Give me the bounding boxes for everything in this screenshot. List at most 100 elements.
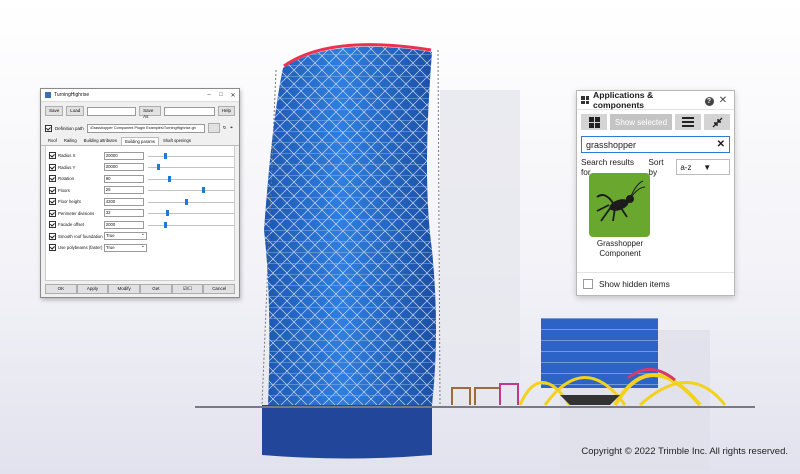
close-button[interactable]: ✕ (227, 92, 239, 99)
slider-thumb[interactable] (168, 175, 172, 182)
close-icon[interactable]: ✕ (716, 95, 730, 106)
tab-shaft-openings[interactable]: Shaft openings (160, 137, 194, 145)
param-slider[interactable] (148, 221, 234, 228)
param-row: Radius X 20000 (46, 150, 234, 162)
definition-label: Definition path (55, 125, 84, 131)
apps-grid-icon (581, 96, 589, 104)
param-slider[interactable] (148, 175, 234, 182)
tab-building-attributes[interactable]: Building attributes (81, 137, 120, 145)
toggle-all-button[interactable]: ☑/☐ (171, 284, 204, 294)
get-button[interactable]: Get (140, 284, 172, 294)
param-checkbox[interactable] (49, 221, 56, 229)
param-row: Use polybeams (faster) True (46, 242, 234, 254)
param-label: Floors (58, 187, 70, 193)
param-label: Facade offset (58, 222, 84, 228)
cancel-button[interactable]: Cancel (203, 284, 236, 294)
dropdown-arrow-icon: ▼ (703, 162, 712, 172)
param-checkbox[interactable] (49, 232, 56, 240)
copyright-text: Copyright © 2022 Trimble Inc. All rights… (581, 446, 788, 457)
preset-select[interactable] (87, 106, 137, 116)
param-row: Perimeter divisions 32 (46, 208, 234, 220)
param-value-input[interactable]: 20000 (103, 151, 145, 160)
param-slider[interactable] (148, 198, 234, 205)
tile-label-line1: Grasshopper (596, 239, 644, 248)
slider-thumb[interactable] (157, 164, 161, 171)
tile-label-line2: Component (599, 249, 641, 258)
param-value-input[interactable]: 20000 (103, 163, 145, 172)
minimize-button[interactable]: – (203, 92, 215, 98)
param-checkbox[interactable] (49, 175, 56, 183)
param-row: Floor height 4200 (46, 196, 234, 208)
modify-button[interactable]: Modify (108, 284, 141, 294)
sort-value: a-z (680, 162, 692, 172)
param-row: Smooth roof foundation True (46, 231, 234, 243)
save-as-button[interactable]: Save As (139, 106, 162, 119)
save-button[interactable]: Save (45, 106, 64, 116)
tile-label: Grasshopper Component (581, 239, 659, 259)
dialog-title: TurningHighrise (54, 92, 90, 98)
apply-button[interactable]: Apply (76, 284, 109, 294)
load-button[interactable]: Load (66, 106, 85, 116)
ghost-tower (440, 90, 520, 410)
param-select[interactable]: True (104, 231, 147, 241)
browse-button[interactable] (207, 123, 220, 133)
grasshopper-component-tile[interactable] (589, 173, 650, 237)
show-hidden-label: Show hidden items (599, 279, 670, 289)
app-icon (45, 92, 51, 98)
param-select[interactable]: True (104, 243, 147, 252)
param-label: Perimeter divisions (58, 210, 95, 216)
help-button[interactable]: Help (217, 106, 235, 116)
slider-thumb[interactable] (164, 152, 168, 159)
param-row: Radius Y 20000 (46, 162, 234, 174)
param-slider[interactable] (148, 152, 234, 159)
list-view-icon[interactable] (675, 114, 701, 130)
scaffold-right (437, 49, 441, 406)
param-slider[interactable] (148, 164, 234, 171)
slider-thumb[interactable] (164, 221, 168, 228)
ok-button[interactable]: OK (45, 284, 77, 294)
definition-checkbox[interactable] (45, 124, 52, 132)
slider-thumb[interactable] (165, 210, 169, 217)
dialog-titlebar[interactable]: TurningHighrise – □ ✕ (41, 89, 239, 102)
param-value-input[interactable]: 25 (103, 186, 145, 195)
help-icon[interactable]: ? (702, 95, 716, 106)
slider-thumb[interactable] (185, 198, 189, 205)
save-as-input[interactable] (164, 106, 215, 116)
maximize-button[interactable]: □ (215, 92, 227, 98)
param-checkbox[interactable] (49, 198, 56, 206)
show-selected-button[interactable]: Show selected (610, 114, 672, 130)
tab-railing[interactable]: Railing (61, 137, 80, 145)
definition-path-input[interactable]: \Grasshopper Component Plugin Examples\T… (86, 123, 205, 133)
tab-roof[interactable]: Roof (45, 137, 60, 145)
param-label: Radius X (58, 153, 76, 159)
sort-select[interactable]: a-z ▼ (676, 159, 730, 175)
param-slider[interactable] (148, 187, 234, 194)
param-slider[interactable] (148, 210, 234, 217)
apps-title: Applications & components (593, 90, 654, 110)
search-input[interactable]: grasshopper ✕ (581, 136, 730, 153)
param-value-input[interactable]: 90 (103, 174, 145, 183)
param-row: Rotation 90 (46, 173, 234, 185)
param-checkbox[interactable] (49, 244, 56, 252)
slider-thumb[interactable] (201, 187, 205, 194)
link-icon[interactable]: ⚭ (230, 125, 234, 131)
param-label: Floor height (58, 199, 81, 205)
tab-building-params[interactable]: Building params (120, 137, 159, 145)
param-value-input[interactable]: 2000 (103, 220, 145, 229)
param-value-input[interactable]: 32 (103, 209, 145, 218)
tower-base (262, 405, 432, 459)
ground-line (195, 406, 755, 408)
refresh-icon[interactable]: ↻ (223, 125, 227, 131)
search-query: grasshopper (586, 139, 637, 150)
param-row: Facade offset 2000 (46, 219, 234, 231)
clear-search-icon[interactable]: ✕ (717, 139, 725, 150)
grid-view-icon[interactable] (581, 114, 607, 130)
param-value-input[interactable]: 4200 (103, 197, 145, 206)
collapse-icon[interactable] (704, 114, 730, 130)
param-checkbox[interactable] (49, 163, 56, 171)
param-checkbox[interactable] (49, 152, 56, 160)
show-hidden-checkbox[interactable] (583, 279, 593, 289)
param-checkbox[interactable] (49, 186, 56, 194)
apps-header: Applications & components ? ✕ (577, 90, 734, 110)
param-checkbox[interactable] (49, 209, 56, 217)
